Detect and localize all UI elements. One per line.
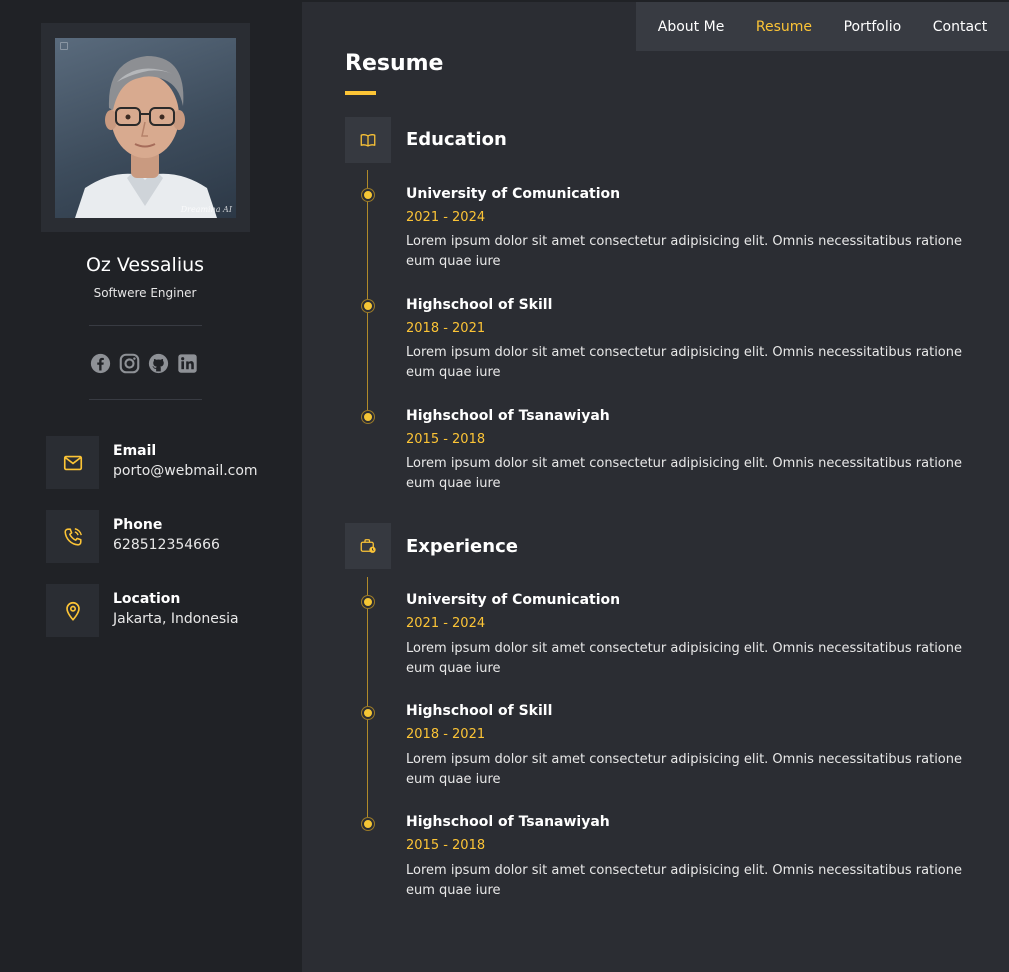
entry-description: Lorem ipsum dolor sit amet consectetur a…: [406, 234, 962, 269]
book-icon: [345, 117, 391, 163]
entry-years: 2018 - 2021: [406, 727, 486, 742]
contact-label: Location: [113, 591, 181, 607]
entry-description: Lorem ipsum dolor sit amet consectetur a…: [406, 456, 962, 491]
entry-title: Highschool of Skill: [406, 703, 553, 719]
github-icon[interactable]: [147, 352, 169, 374]
entry-title: University of Comunication: [406, 592, 621, 608]
experience-timeline: [367, 577, 368, 825]
education-timeline: [367, 170, 368, 418]
nav-contact[interactable]: Contact: [927, 15, 993, 39]
title-underline: [345, 91, 376, 95]
timeline-dot: [362, 707, 374, 719]
contact-email: Email porto@webmail.com: [46, 436, 286, 489]
timeline-dot: [362, 300, 374, 312]
entry-description: Lorem ipsum dolor sit amet consectetur a…: [406, 863, 962, 898]
entry-title: Highschool of Tsanawiyah: [406, 814, 610, 830]
briefcase-clock-icon: [345, 523, 391, 569]
entry-description: Lorem ipsum dolor sit amet consectetur a…: [406, 752, 962, 787]
divider: [89, 399, 202, 400]
portrait-illustration: [75, 56, 217, 218]
sidebar: Dreamina AI Oz Vessalius Softwere Engine…: [0, 0, 302, 972]
entry-title: University of Comunication: [406, 186, 621, 202]
top-navigation: About Me Resume Portfolio Contact: [636, 2, 1009, 51]
facebook-icon[interactable]: [89, 352, 111, 374]
entry-description: Lorem ipsum dolor sit amet consectetur a…: [406, 345, 962, 380]
experience-title: Experience: [406, 536, 518, 557]
entry-years: 2021 - 2024: [406, 210, 486, 225]
profile-role: Softwere Enginer: [93, 286, 197, 300]
contact-value[interactable]: 628512354666: [113, 537, 220, 553]
avatar-watermark: Dreamina AI: [180, 205, 232, 214]
entry-years: 2015 - 2018: [406, 838, 486, 853]
linkedin-icon[interactable]: [176, 352, 198, 374]
entry-title: Highschool of Tsanawiyah: [406, 408, 610, 424]
social-links: [89, 352, 204, 374]
avatar-frame: Dreamina AI: [41, 23, 250, 232]
entry-years: 2015 - 2018: [406, 432, 486, 447]
contact-label: Phone: [113, 517, 163, 533]
phone-icon: [46, 510, 99, 563]
nav-resume[interactable]: Resume: [750, 15, 818, 39]
timeline-dot: [362, 818, 374, 830]
location-pin-icon: [46, 584, 99, 637]
education-title: Education: [406, 129, 507, 150]
contact-label: Email: [113, 443, 157, 459]
contact-phone: Phone 628512354666: [46, 510, 286, 563]
timeline-dot: [362, 189, 374, 201]
avatar: Dreamina AI: [55, 38, 236, 218]
entry-years: 2018 - 2021: [406, 321, 486, 336]
nav-portfolio[interactable]: Portfolio: [838, 15, 908, 39]
entry-years: 2021 - 2024: [406, 616, 486, 631]
nav-about-me[interactable]: About Me: [652, 15, 731, 39]
entry-description: Lorem ipsum dolor sit amet consectetur a…: [406, 641, 962, 676]
contact-value[interactable]: porto@webmail.com: [113, 463, 258, 479]
profile-name: Oz Vessalius: [85, 254, 205, 276]
timeline-dot: [362, 411, 374, 423]
instagram-icon[interactable]: [118, 352, 140, 374]
entry-title: Highschool of Skill: [406, 297, 553, 313]
mail-icon: [46, 436, 99, 489]
contact-value: Jakarta, Indonesia: [113, 611, 239, 627]
page-title: Resume: [345, 51, 444, 76]
avatar-badge: [60, 42, 68, 50]
divider: [89, 325, 202, 326]
timeline-dot: [362, 596, 374, 608]
contact-location: Location Jakarta, Indonesia: [46, 584, 286, 637]
